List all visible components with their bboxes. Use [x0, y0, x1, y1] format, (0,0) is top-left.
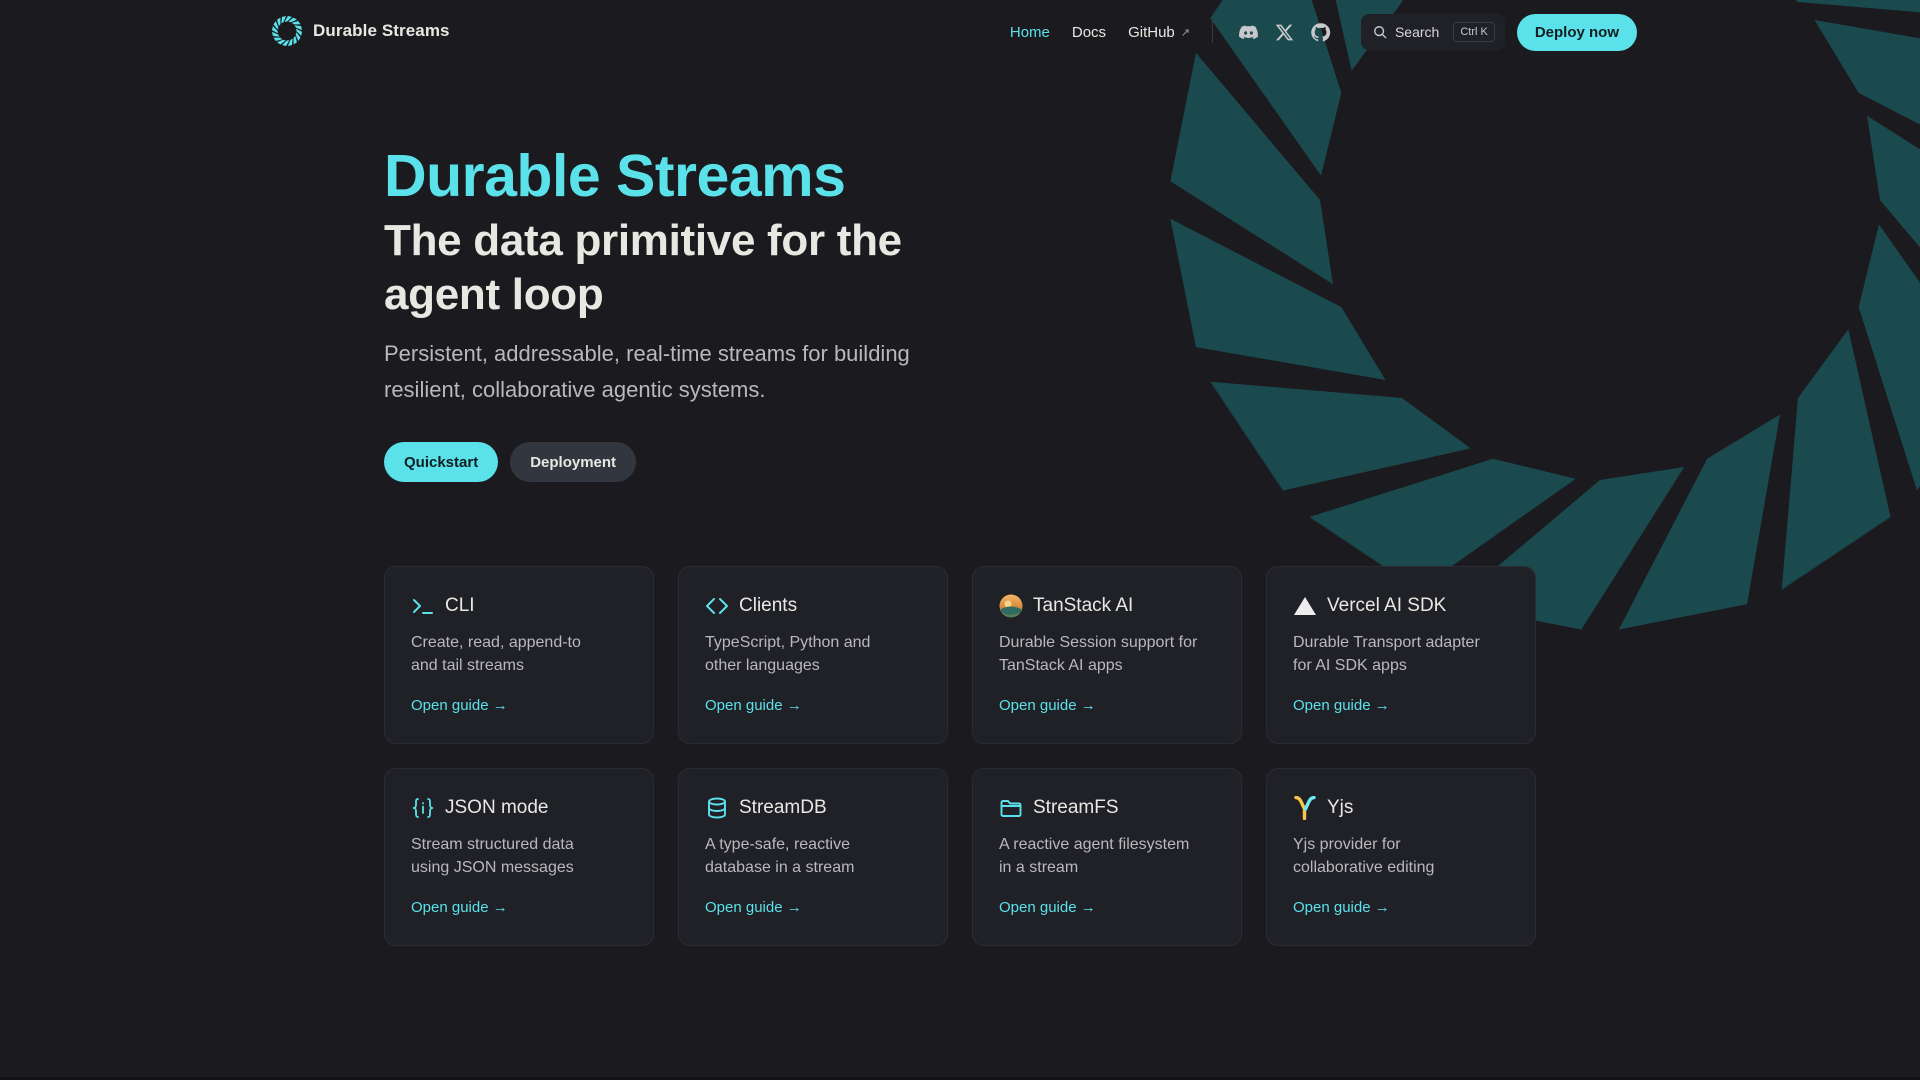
card-header: Yjs — [1293, 795, 1509, 821]
hero-description: Persistent, addressable, real-time strea… — [384, 341, 910, 402]
card-title: JSON mode — [445, 797, 549, 818]
card-header: JSON mode — [411, 795, 627, 821]
search-icon — [1373, 25, 1387, 39]
card-description: Stream structured data using JSON messag… — [411, 836, 574, 876]
search-shortcut-hint: Ctrl K — [1453, 22, 1495, 42]
feature-card-clients[interactable]: Clients TypeScript, Python and other lan… — [678, 566, 948, 744]
vercel-triangle-icon — [1293, 594, 1317, 618]
card-title: TanStack AI — [1033, 595, 1134, 616]
card-header: CLI — [411, 593, 627, 619]
card-description: A type-safe, reactive database in a stre… — [705, 836, 855, 876]
database-icon — [705, 796, 729, 820]
hero-title: Durable Streams — [384, 143, 846, 209]
open-guide-link[interactable]: Open guide → — [999, 899, 1096, 916]
card-header: TanStack AI — [999, 593, 1215, 619]
nav-link-home[interactable]: Home — [1010, 24, 1050, 41]
feature-card-cli[interactable]: CLI Create, read, append-to and tail str… — [384, 566, 654, 744]
terminal-icon — [411, 594, 435, 618]
logo-segment — [1618, 414, 1780, 630]
open-guide-link[interactable]: Open guide → — [705, 899, 802, 916]
quickstart-button[interactable]: Quickstart — [384, 442, 499, 482]
tanstack-icon — [999, 594, 1023, 618]
hero-actions: Quickstart Deployment — [384, 442, 1004, 482]
open-guide-link[interactable]: Open guide → — [1293, 697, 1390, 714]
feature-card-streamdb[interactable]: StreamDB A type-safe, reactive database … — [678, 768, 948, 946]
top-navigation: Durable Streams Home Docs GitHub ↗ Searc… — [0, 0, 1920, 64]
nav-link-docs[interactable]: Docs — [1072, 24, 1106, 41]
durable-streams-logo-icon — [272, 16, 302, 46]
search-button[interactable]: Search Ctrl K — [1360, 14, 1505, 50]
card-description: Yjs provider for collaborative editing — [1293, 836, 1435, 876]
feature-card-tanstack-ai[interactable]: TanStack AI Durable Session support for … — [972, 566, 1242, 744]
card-description: Durable Transport adapter for AI SDK app… — [1293, 634, 1480, 674]
card-header: Vercel AI SDK — [1293, 593, 1509, 619]
features-grid: CLI Create, read, append-to and tail str… — [384, 566, 1536, 946]
logo-segment — [293, 35, 297, 45]
search-label: Search — [1394, 24, 1440, 40]
brand-home-link[interactable]: Durable Streams — [271, 15, 450, 47]
card-title: Clients — [739, 595, 798, 616]
page: Durable Streams Home Docs GitHub ↗ Searc… — [0, 0, 1920, 1080]
discord-link[interactable] — [1237, 20, 1261, 44]
discord-icon — [1239, 25, 1259, 39]
logo-segment — [1210, 381, 1471, 491]
folder-icon — [999, 796, 1023, 820]
feature-card-yjs[interactable]: Yjs Yjs provider for collaborative editi… — [1266, 768, 1536, 946]
x-icon — [1276, 24, 1294, 40]
logo-segment — [287, 38, 293, 46]
logo-segment — [1858, 224, 1920, 491]
open-guide-link[interactable]: Open guide → — [999, 697, 1096, 714]
nav-link-github-label: GitHub — [1128, 23, 1175, 41]
logo-segment — [281, 16, 287, 24]
card-description: A reactive agent filesystem in a stream — [999, 836, 1190, 876]
deploy-now-button[interactable]: Deploy now — [1516, 13, 1637, 51]
card-description: Durable Session support for TanStack AI … — [999, 634, 1198, 674]
logo-segment — [1170, 218, 1386, 380]
logo-segment — [277, 17, 281, 27]
card-title: Vercel AI SDK — [1327, 595, 1447, 616]
logo-segment — [294, 25, 302, 31]
github-icon — [1311, 22, 1331, 41]
yjs-icon — [1293, 796, 1317, 820]
json-braces-icon — [411, 796, 435, 820]
nav-menu: Home Docs GitHub ↗ Search Ctrl K Deploy … — [1010, 13, 1637, 51]
github-link[interactable] — [1309, 20, 1333, 44]
background-logo-graphic — [1170, 0, 1920, 630]
card-title: CLI — [445, 595, 475, 616]
logo-segment — [272, 31, 280, 37]
code-icon — [705, 594, 729, 618]
logo-segment — [1781, 329, 1891, 590]
card-title: StreamFS — [1033, 797, 1119, 818]
open-guide-link[interactable]: Open guide → — [1293, 899, 1390, 916]
card-title: Yjs — [1327, 797, 1354, 818]
card-description: TypeScript, Python and other languages — [705, 634, 871, 674]
open-guide-link[interactable]: Open guide → — [705, 697, 802, 714]
card-header: StreamDB — [705, 795, 921, 821]
card-description: Create, read, append-to and tail streams — [411, 634, 581, 674]
hero-tagline: The data primitive for the agent loop — [384, 216, 902, 319]
x-link[interactable] — [1273, 20, 1297, 44]
logo-segment — [291, 21, 301, 25]
card-title: StreamDB — [739, 797, 827, 818]
hero-section: Durable Streams The data primitive for t… — [384, 138, 1004, 482]
brand-name: Durable Streams — [313, 21, 450, 40]
logo-segment — [1170, 52, 1333, 285]
external-link-arrow-icon: ↗ — [1180, 26, 1190, 39]
logo-segment — [1867, 115, 1920, 248]
open-guide-link[interactable]: Open guide → — [411, 899, 508, 916]
feature-card-vercel-ai-sdk[interactable]: Vercel AI SDK Durable Transport adapter … — [1266, 566, 1536, 744]
card-header: Clients — [705, 593, 921, 619]
feature-card-streamfs[interactable]: StreamFS A reactive agent filesystem in … — [972, 768, 1242, 946]
open-guide-link[interactable]: Open guide → — [411, 697, 508, 714]
card-header: StreamFS — [999, 795, 1215, 821]
logo-segment — [273, 37, 283, 41]
deployment-button[interactable]: Deployment — [510, 442, 637, 482]
feature-card-json-mode[interactable]: JSON mode Stream structured data using J… — [384, 768, 654, 946]
nav-divider — [1211, 21, 1213, 43]
nav-link-github[interactable]: GitHub ↗ — [1128, 24, 1190, 41]
